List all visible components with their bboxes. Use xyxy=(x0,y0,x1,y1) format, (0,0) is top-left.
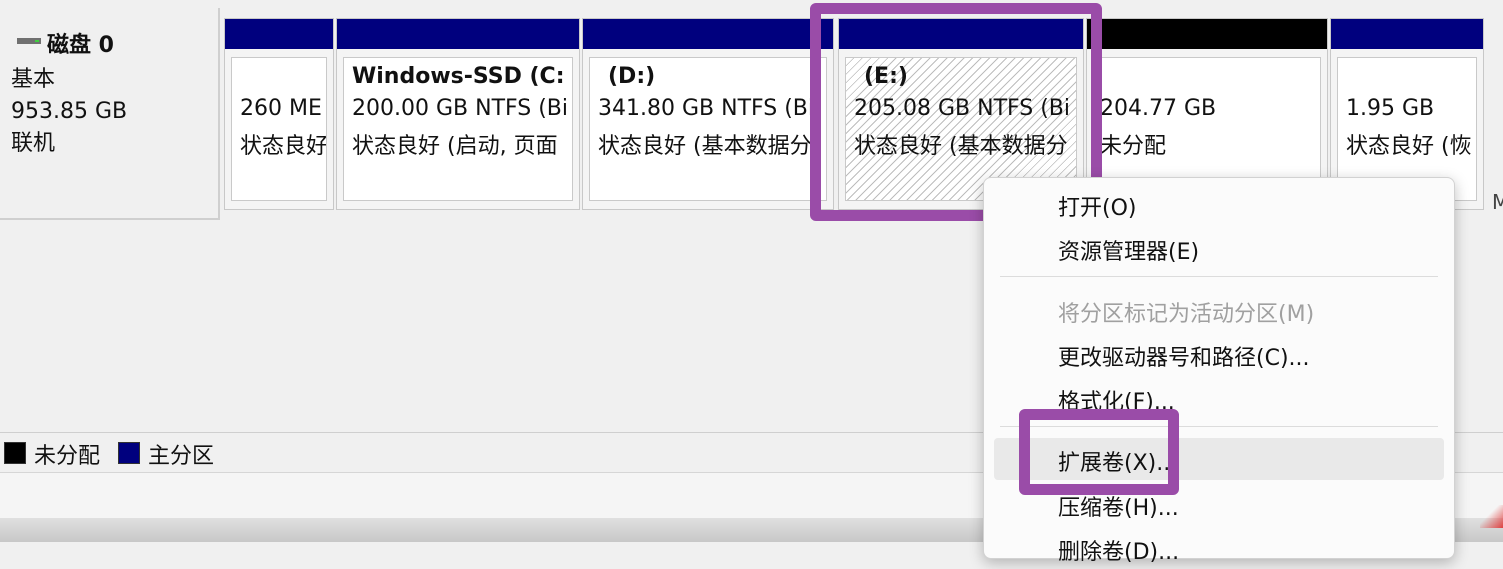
primary-partition-bar xyxy=(1331,19,1483,49)
primary-partition-swatch xyxy=(118,442,140,464)
menu-item-delete-volume[interactable]: 删除卷(D)... xyxy=(994,527,1444,569)
partition-title: Windows-SSD (C: xyxy=(352,64,565,89)
menu-item-label: 资源管理器(E) xyxy=(1058,240,1200,265)
disk-size: 953.85 GB xyxy=(11,99,128,124)
menu-item-open[interactable]: 打开(O) xyxy=(994,183,1444,225)
partition-details: (D:) 341.80 GB NTFS (Bi 状态良好 (基本数据分 xyxy=(589,57,827,201)
menu-item-label: 删除卷(D)... xyxy=(1058,540,1180,565)
disk-type: 基本 xyxy=(11,67,56,92)
partition-status: 未分配 xyxy=(1100,134,1167,159)
partition-size: 200.00 GB NTFS (Bi xyxy=(352,96,569,121)
legend-primary-label: 主分区 xyxy=(148,444,215,469)
unallocated-swatch xyxy=(4,442,26,464)
menu-item-label: 将分区标记为活动分区(M) xyxy=(1058,302,1315,327)
disk-drive-icon xyxy=(17,36,41,46)
partition-size: 204.77 GB xyxy=(1100,96,1217,121)
menu-item-label: 打开(O) xyxy=(1058,196,1137,221)
unallocated-bar xyxy=(1087,19,1327,49)
partition-c[interactable]: Windows-SSD (C: 200.00 GB NTFS (Bi 状态良好 … xyxy=(336,18,580,210)
menu-item-label: 更改驱动器号和路径(C)... xyxy=(1058,346,1310,371)
disk-0-label[interactable]: 磁盘 0 基本 953.85 GB 联机 xyxy=(0,8,220,220)
scrollbar-edge[interactable]: M xyxy=(1492,190,1503,220)
partition-status: 状态良好 (基本数据分 xyxy=(598,134,812,159)
partition-details: 260 ME 状态良好 xyxy=(231,57,327,201)
menu-separator xyxy=(1000,276,1438,277)
partition-status: 状态良好 (启动, 页面 xyxy=(352,134,558,159)
disk-status: 联机 xyxy=(11,131,56,156)
primary-partition-bar xyxy=(337,19,579,49)
menu-item-explorer[interactable]: 资源管理器(E) xyxy=(994,227,1444,269)
highlight-box-extend-volume xyxy=(1019,409,1179,495)
corner-decoration xyxy=(1480,505,1503,528)
partition-size: 1.95 GB xyxy=(1346,96,1435,121)
partition-details: Windows-SSD (C: 200.00 GB NTFS (Bi 状态良好 … xyxy=(343,57,573,201)
legend-unallocated-label: 未分配 xyxy=(34,444,101,469)
partition-d[interactable]: (D:) 341.80 GB NTFS (Bi 状态良好 (基本数据分 xyxy=(582,18,834,210)
menu-item-change-drive-letter[interactable]: 更改驱动器号和路径(C)... xyxy=(994,333,1444,375)
menu-item-mark-active: 将分区标记为活动分区(M) xyxy=(994,289,1444,331)
primary-partition-bar xyxy=(583,19,833,49)
partition-title: (D:) xyxy=(608,64,656,89)
partition-status: 状态良好 (恢 xyxy=(1346,134,1472,159)
partition-size: 260 ME xyxy=(240,96,322,121)
partition-efi[interactable]: 260 ME 状态良好 xyxy=(224,18,334,210)
context-menu: 打开(O) 资源管理器(E) 将分区标记为活动分区(M) 更改驱动器号和路径(C… xyxy=(983,177,1455,565)
partition-status: 状态良好 xyxy=(240,134,327,159)
disk-name: 磁盘 0 xyxy=(47,33,114,58)
primary-partition-bar xyxy=(225,19,333,49)
partition-size: 341.80 GB NTFS (Bi xyxy=(598,96,815,121)
